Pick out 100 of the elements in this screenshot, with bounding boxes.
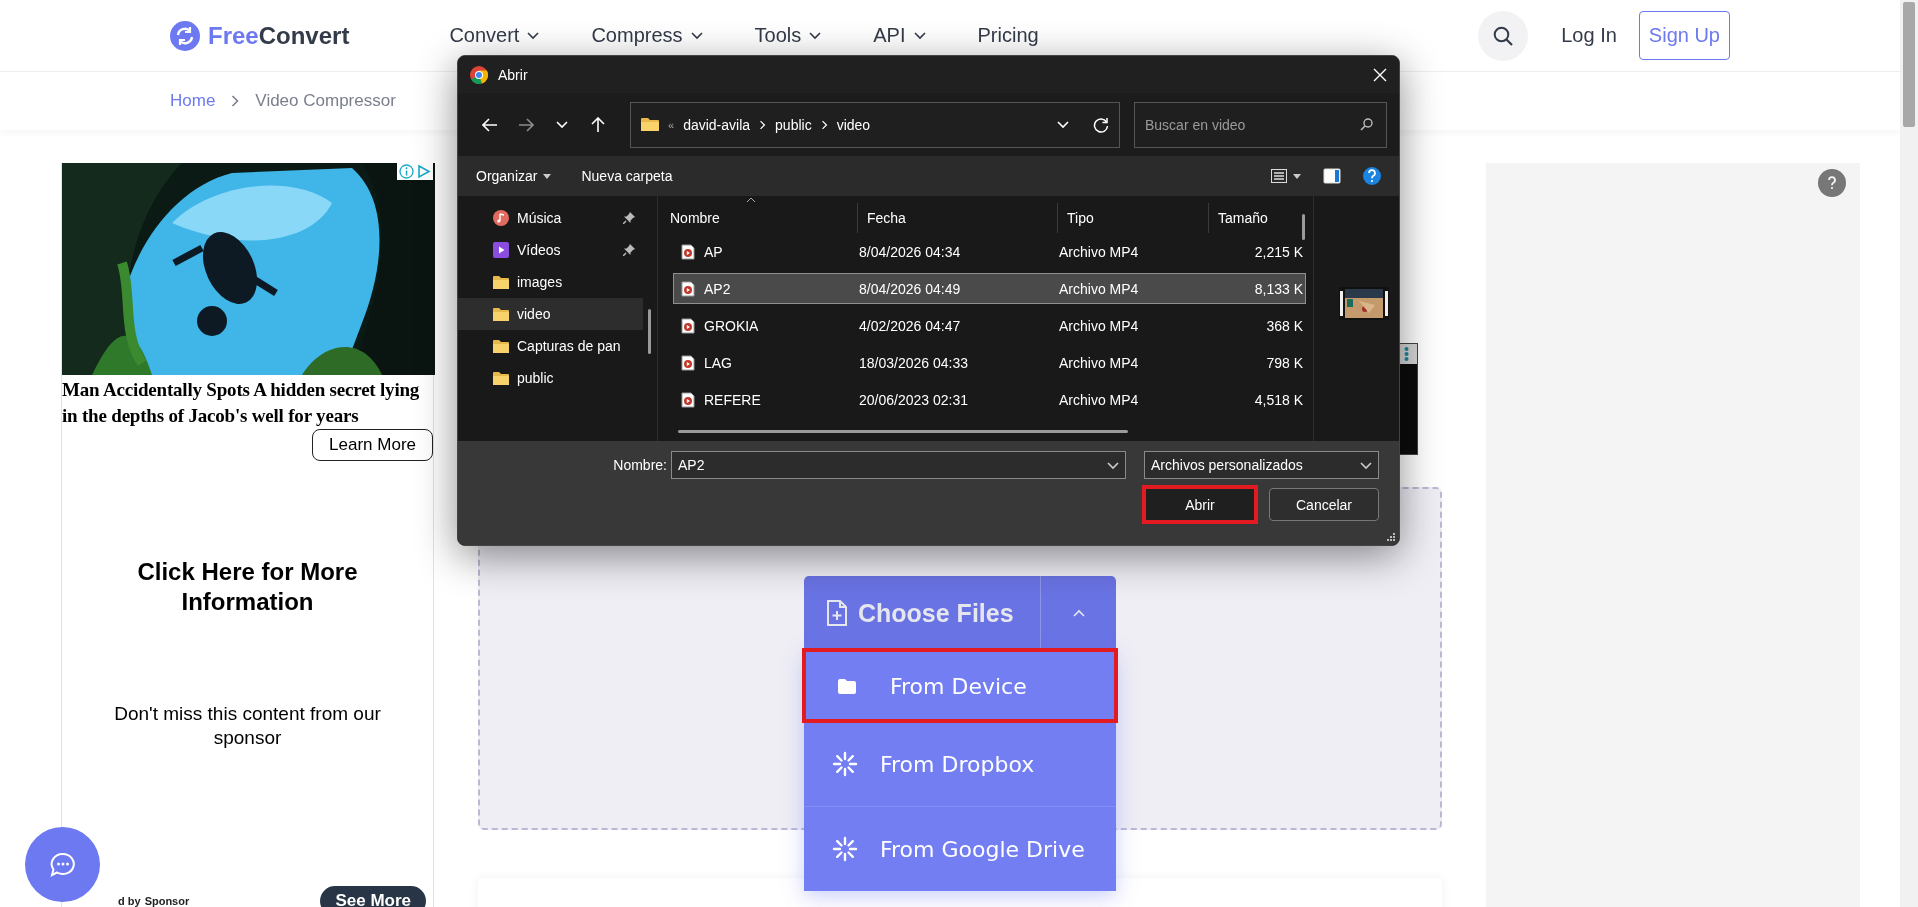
folder-icon [641,117,659,132]
scrollbar[interactable] [1900,0,1918,907]
file-name: LAG [704,354,732,371]
nav-link[interactable]: Convert [449,24,540,47]
logo-icon[interactable] [170,20,200,51]
path-segment[interactable]: david-avila [683,116,751,133]
sort-icon [746,197,756,203]
folder-icon [493,371,509,385]
up-arrow-icon[interactable] [591,116,605,133]
chevron-icon [820,118,828,131]
file-date: 4/02/2026 04:47 [859,317,962,334]
logo-text[interactable]: FreeConvert [208,21,350,50]
help-icon[interactable] [1363,167,1381,185]
loading-icon [832,836,858,862]
signup-button[interactable]: Sign Up [1638,11,1730,60]
ad-headline[interactable]: Man Accidentally Spots A hidden secret lying in the depths of Jacob's well for years [62,377,433,429]
path-segment[interactable]: video [836,116,871,133]
dropdown-toggle[interactable] [1040,576,1116,650]
sidebar-item[interactable]: video [458,298,643,330]
sidebar-item[interactable]: Capturas de pan [458,330,643,362]
file-type: Archivo MP4 [1059,317,1140,334]
file-name: AP2 [704,280,731,297]
file-size: 2,215 K [1253,243,1303,260]
scrollbar[interactable] [648,309,651,354]
dialog-title: Abrir [498,66,528,83]
sidebar-item[interactable]: images [458,266,643,298]
chat-icon [49,851,76,878]
back-arrow-icon[interactable] [482,117,498,132]
forward-arrow-icon[interactable] [518,117,534,132]
organize-menu[interactable]: Organizar [476,168,552,184]
address-bar[interactable]: « david-avila public video [630,101,1120,148]
chevron-icon [759,118,767,131]
open-button[interactable]: Abrir [1145,488,1255,521]
see-more-button[interactable]: See More [320,886,426,907]
scrollbar[interactable] [1302,214,1305,240]
nav-link[interactable]: API [873,24,926,47]
file-row[interactable]: AP 8/04/2026 04:34 Archivo MP4 2,215 K [673,236,1306,267]
column-header[interactable]: Fecha [858,203,1058,233]
scrollbar[interactable] [678,430,1128,433]
login-link[interactable]: Log In [1561,24,1617,47]
file-row[interactable]: LAG 18/03/2026 04:33 Archivo MP4 798 K [673,347,1306,378]
sidebar-item[interactable]: Música [458,202,643,234]
refresh-icon[interactable] [1093,116,1109,133]
nav-link[interactable]: Pricing [977,24,1039,47]
file-size: 798 K [1265,354,1303,371]
video-icon [493,242,509,258]
nav-link[interactable]: Tools [754,24,822,47]
loading-icon [832,751,858,777]
music-icon [493,210,509,226]
file-add-icon [826,599,848,627]
view-menu[interactable] [1271,169,1301,183]
nav-link[interactable]: Compress [591,24,703,47]
overflow-marker[interactable]: « [668,118,675,131]
sidebar-item[interactable]: Vídeos [458,234,643,266]
breadcrumb-current: Video Compressor [255,91,396,111]
ad-credit: d by Sponsor [118,895,190,907]
sidebar-item[interactable]: public [458,362,643,394]
ad-text: Don't miss this content from our sponsor [113,702,382,750]
menu-item[interactable]: From Device [804,650,1116,721]
learn-more-button[interactable]: Learn More [312,429,433,461]
field-label: Nombre: [613,457,667,473]
file-size: 368 K [1265,317,1303,334]
file-date: 18/03/2026 04:33 [859,354,969,371]
menu-item[interactable]: From Dropbox [804,721,1116,806]
caret-icon [556,120,568,129]
video-file-icon [681,243,695,260]
path-segment[interactable]: public [775,116,812,133]
file-date: 20/06/2023 02:31 [859,391,969,408]
list-view-icon [1271,169,1287,183]
info-icon[interactable] [399,164,414,179]
column-header[interactable]: Tipo [1058,203,1209,233]
preview-pane-icon[interactable] [1323,168,1341,184]
folder-icon [493,307,509,321]
ad-title[interactable]: Click Here for More Information [92,557,403,617]
column-header[interactable]: Tamaño [1209,203,1309,233]
caret-icon [543,173,552,179]
file-type-dropdown[interactable]: Archivos personalizados [1144,451,1379,479]
column-header[interactable]: Nombre [661,203,858,233]
folder-icon [838,678,856,694]
more-options-icon[interactable] [1404,347,1409,361]
ad-choices-icon[interactable] [416,164,431,179]
new-folder-button[interactable]: Nueva carpeta [581,168,673,184]
file-name: REFERE [704,391,761,408]
file-row[interactable]: AP2 8/04/2026 04:49 Archivo MP4 8,133 K [673,273,1306,304]
file-row[interactable]: GROKIA 4/02/2026 04:47 Archivo MP4 368 K [673,310,1306,341]
file-row[interactable]: REFERE 20/06/2023 02:31 Archivo MP4 4,518 K [673,384,1306,415]
file-type: Archivo MP4 [1059,354,1140,371]
caret-icon [1056,120,1070,129]
filename-field[interactable]: AP2 [671,451,1126,479]
cancel-button[interactable]: Cancelar [1269,488,1379,521]
close-icon[interactable] [1373,67,1387,82]
caret-icon [1293,173,1301,179]
file-type: Archivo MP4 [1059,391,1140,408]
breadcrumb-link[interactable]: Home [170,91,216,111]
file-date: 8/04/2026 04:49 [859,280,962,297]
video-file-icon [681,354,695,371]
resize-grip-icon [1386,532,1395,541]
video-file-icon [681,280,695,297]
search-field[interactable]: Buscar en video [1134,101,1387,148]
file-size: 8,133 K [1253,280,1303,297]
